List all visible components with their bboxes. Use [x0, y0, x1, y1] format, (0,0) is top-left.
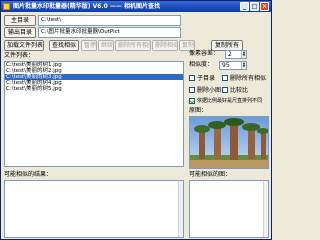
subdir-checkbox[interactable]: 子目录	[189, 73, 215, 82]
close-icon[interactable]: ×	[260, 2, 269, 11]
spin-arrows-icon[interactable]: ▲ ▼	[241, 62, 246, 69]
delete-all-similar-checkbox[interactable]: 删除所有相似	[222, 73, 266, 82]
similar-result-label: 可能相似的结果：	[4, 171, 53, 178]
compare-checkbox[interactable]: 比较比	[222, 85, 248, 94]
vertical-scrollbar[interactable]	[263, 181, 268, 237]
main-dir-field[interactable]: C:\test\	[38, 15, 181, 26]
similar-images-panel[interactable]	[189, 180, 269, 238]
find-similar-button[interactable]: 查找相似	[49, 40, 79, 51]
output-dir-button[interactable]: 输出目录	[4, 27, 36, 38]
original-preview-image	[189, 116, 269, 169]
app-window: 图片批量水印批量器(精华版) V6.0 —— 相机图片查找 _ □ × 主目录 …	[0, 0, 272, 240]
minimize-icon[interactable]: _	[240, 2, 249, 11]
order-label: 依据比例最好是尺直排列不同	[197, 98, 263, 104]
maximize-icon[interactable]: □	[250, 2, 259, 11]
list-item[interactable]: C:\test\美丽的树5.jpg	[5, 86, 183, 92]
baobab-scene-image	[190, 117, 268, 168]
checkbox-icon[interactable]	[189, 86, 195, 93]
window-title: 图片批量水印批量器(精华版) V6.0 —— 相机图片查找	[13, 3, 161, 10]
vertical-scrollbar[interactable]	[178, 181, 183, 237]
main-dir-button[interactable]: 主目录	[4, 15, 36, 26]
compare-label: 比较比	[230, 87, 249, 94]
delete-small-label: 删除小图	[197, 87, 222, 94]
output-dir-field[interactable]: C:\图片批量水印批量器\OutPict	[38, 27, 181, 38]
app-icon	[3, 3, 10, 10]
load-files-button[interactable]: 加载文件列表	[4, 40, 44, 51]
similar-images-label: 可能相似的图：	[189, 171, 232, 178]
file-list[interactable]: C:\test\美丽的树1.jpg C:\test\美丽的树2.jpg C:\t…	[4, 61, 184, 167]
checkbox-icon[interactable]	[222, 86, 228, 93]
pixel-tolerance-label: 像素容差：	[189, 50, 220, 57]
original-label: 原图：	[189, 107, 208, 114]
title-bar[interactable]: 图片批量水印批量器(精华版) V6.0 —— 相机图片查找 _ □ ×	[1, 1, 271, 12]
order-checkbox[interactable]: 依据比例最好是尺直排列不同	[189, 97, 262, 104]
continue-button[interactable]: 继续	[98, 40, 114, 51]
checkbox-icon[interactable]	[189, 74, 195, 81]
similar-result-list[interactable]	[4, 180, 184, 238]
pause-button[interactable]: 暂停	[81, 40, 97, 51]
pixel-tolerance-stepper[interactable]: 2 ▲ ▼	[225, 50, 247, 59]
delete-all-similar-label: 删除所有相似	[230, 75, 267, 82]
delete-all-similar-button[interactable]: 删除所有相似	[115, 40, 151, 51]
spin-arrows-icon[interactable]: ▲ ▼	[241, 51, 246, 58]
similarity-value: 95	[222, 62, 230, 69]
pixel-tolerance-value: 2	[228, 51, 232, 58]
subdir-label: 子目录	[197, 75, 216, 82]
similarity-stepper[interactable]: 95 ▲ ▼	[219, 61, 247, 70]
window-controls: _ □ ×	[240, 2, 269, 11]
delete-small-checkbox[interactable]: 删除小图	[189, 85, 221, 94]
checkbox-icon[interactable]	[189, 97, 195, 104]
checkbox-icon[interactable]	[222, 74, 228, 81]
similarity-label: 相似度：	[189, 61, 214, 68]
file-list-label: 文件列表：	[4, 52, 35, 59]
delete-similar-button[interactable]: 删除相似	[152, 40, 178, 51]
